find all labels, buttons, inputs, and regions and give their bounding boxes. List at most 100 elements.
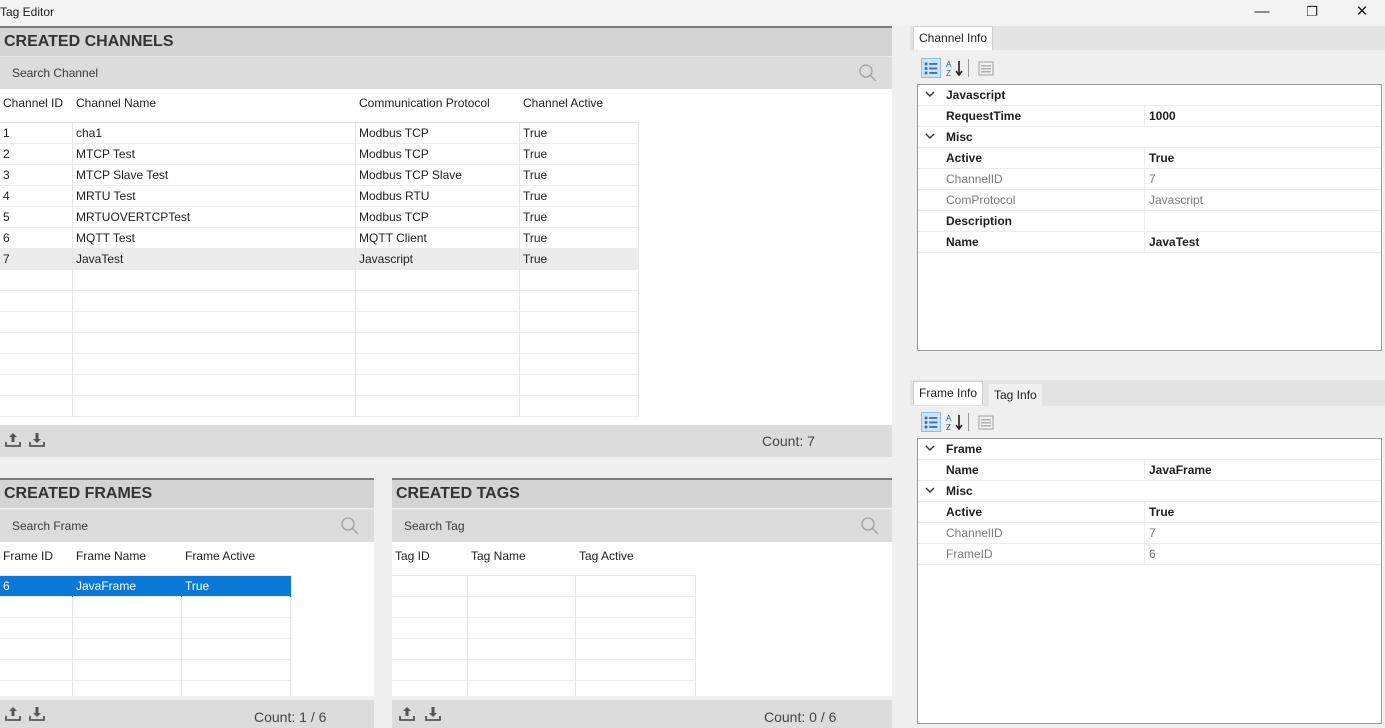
restore-button[interactable]: ❐: [1287, 0, 1337, 26]
column-header[interactable]: Channel Name: [73, 89, 356, 123]
column-header[interactable]: Channel ID: [0, 89, 73, 123]
table-cell: True: [520, 228, 639, 249]
property-value[interactable]: 7: [1144, 523, 1381, 544]
empty-row: [392, 681, 696, 696]
property-value[interactable]: True: [1144, 502, 1381, 523]
table-cell: True: [520, 249, 639, 270]
table-cell: [520, 396, 639, 417]
property-category[interactable]: Misc: [918, 127, 1381, 148]
column-header[interactable]: Frame Active: [182, 542, 291, 576]
column-header[interactable]: Communication Protocol: [356, 89, 520, 123]
import-icon[interactable]: [28, 705, 46, 723]
property-category[interactable]: Frame: [918, 439, 1381, 460]
property-value[interactable]: True: [1144, 148, 1381, 169]
chevron-down-icon[interactable]: [925, 130, 935, 142]
table-row[interactable]: 5 MRTUOVERTCPTest Modbus TCP True: [0, 207, 639, 228]
property-value[interactable]: JavaFrame: [1144, 460, 1381, 481]
property-row[interactable]: Name JavaTest: [918, 232, 1381, 253]
property-row[interactable]: ChannelID 7: [918, 523, 1381, 544]
property-value[interactable]: 1000: [1144, 106, 1381, 127]
table-row[interactable]: 7 JavaTest Javascript True: [0, 249, 639, 270]
table-row[interactable]: 6 JavaFrame True: [0, 576, 291, 597]
column-header[interactable]: Tag Active: [576, 542, 696, 576]
table-row[interactable]: 4 MRTU Test Modbus RTU True: [0, 186, 639, 207]
property-category[interactable]: Javascript: [918, 85, 1381, 106]
tab-frame-info[interactable]: Frame Info: [913, 381, 984, 405]
svg-text:A: A: [946, 414, 952, 423]
table-row[interactable]: 3 MTCP Slave Test Modbus TCP Slave True: [0, 165, 639, 186]
table-header-row: Tag ID Tag Name Tag Active: [392, 542, 696, 576]
property-row[interactable]: ChannelID 7: [918, 169, 1381, 190]
table-row[interactable]: 6 MQTT Test MQTT Client True: [0, 228, 639, 249]
chevron-down-icon[interactable]: [925, 484, 935, 496]
table-cell: True: [182, 576, 291, 597]
property-value[interactable]: Javascript: [1144, 190, 1381, 211]
search-icon[interactable]: [340, 516, 360, 536]
column-header[interactable]: Frame Name: [73, 542, 182, 576]
export-icon[interactable]: [398, 705, 416, 723]
table-cell: Modbus RTU: [356, 186, 520, 207]
import-icon[interactable]: [424, 705, 442, 723]
channel-search-input[interactable]: Search Channel: [12, 66, 98, 80]
empty-row: [0, 291, 639, 312]
column-header[interactable]: Channel Active: [520, 89, 639, 123]
table-cell: [520, 312, 639, 333]
tag-search-input[interactable]: Search Tag: [404, 519, 465, 533]
table-cell: MTCP Test: [73, 144, 356, 165]
property-pages-icon[interactable]: [976, 412, 996, 432]
table-cell: [468, 576, 576, 597]
column-header[interactable]: Tag Name: [468, 542, 576, 576]
minimize-button[interactable]: —: [1237, 0, 1287, 26]
table-cell: [392, 639, 468, 660]
frame-info-property-grid: Frame Name JavaFrame Misc Active True ChannelI…: [917, 438, 1382, 724]
alphabetical-sort-icon[interactable]: AZ: [945, 412, 965, 432]
table-cell: [0, 354, 73, 375]
table-cell: [182, 639, 291, 660]
toolbar-divider: [968, 413, 969, 431]
property-name: Name: [946, 463, 979, 477]
chevron-down-icon[interactable]: [925, 88, 935, 100]
property-row[interactable]: RequestTime 1000: [918, 106, 1381, 127]
tab-tag-info[interactable]: Tag Info: [989, 384, 1042, 408]
property-value[interactable]: [1144, 211, 1381, 232]
property-value[interactable]: 7: [1144, 169, 1381, 190]
table-row[interactable]: 1 cha1 Modbus TCP True: [0, 123, 639, 144]
categorized-view-icon[interactable]: [921, 412, 941, 432]
table-cell: [73, 375, 356, 396]
table-cell: [520, 354, 639, 375]
search-icon[interactable]: [858, 63, 878, 83]
close-button[interactable]: ✕: [1337, 0, 1385, 26]
frame-search-bar[interactable]: Search Frame: [0, 509, 374, 542]
property-row[interactable]: FrameID 6: [918, 544, 1381, 565]
property-row[interactable]: Description: [918, 211, 1381, 232]
property-row[interactable]: Active True: [918, 148, 1381, 169]
table-cell: [73, 618, 182, 639]
search-icon[interactable]: [860, 516, 880, 536]
tags-section-title: CREATED TAGS: [392, 478, 892, 508]
categorized-view-icon[interactable]: [921, 58, 941, 78]
frame-search-input[interactable]: Search Frame: [12, 519, 88, 533]
property-category-label: Misc: [946, 484, 973, 498]
table-cell: True: [520, 165, 639, 186]
column-header[interactable]: Frame ID: [0, 542, 73, 576]
export-icon[interactable]: [4, 431, 22, 449]
tab-channel-info[interactable]: Channel Info: [913, 26, 994, 50]
alphabetical-sort-icon[interactable]: AZ: [945, 58, 965, 78]
property-row[interactable]: Active True: [918, 502, 1381, 523]
export-icon[interactable]: [4, 705, 22, 723]
import-icon[interactable]: [28, 431, 46, 449]
property-value[interactable]: 6: [1144, 544, 1381, 565]
property-pages-icon[interactable]: [976, 58, 996, 78]
property-name: Active: [946, 151, 983, 165]
tag-search-bar[interactable]: Search Tag: [392, 509, 892, 542]
property-category[interactable]: Misc: [918, 481, 1381, 502]
table-cell: [356, 375, 520, 396]
property-row[interactable]: ComProtocol Javascript: [918, 190, 1381, 211]
table-cell: [0, 291, 73, 312]
property-row[interactable]: Name JavaFrame: [918, 460, 1381, 481]
channel-search-bar[interactable]: Search Channel: [0, 56, 892, 89]
chevron-down-icon[interactable]: [925, 442, 935, 454]
table-row[interactable]: 2 MTCP Test Modbus TCP True: [0, 144, 639, 165]
property-value[interactable]: JavaTest: [1144, 232, 1381, 253]
column-header[interactable]: Tag ID: [392, 542, 468, 576]
